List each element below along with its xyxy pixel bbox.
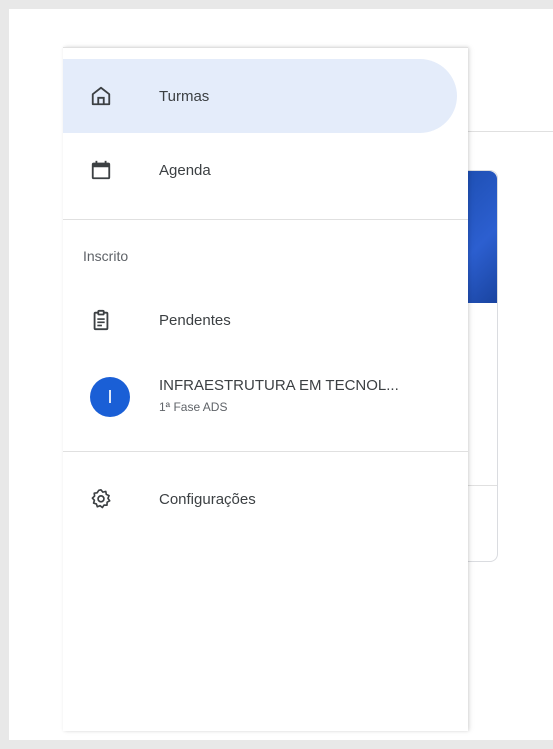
nav-item-label: Pendentes	[159, 311, 231, 329]
section-label-enrolled: Inscrito	[83, 248, 129, 264]
assignment-icon	[89, 308, 113, 332]
course-subtitle: 1ª Fase ADS	[159, 400, 228, 414]
nav-item-label: Turmas	[159, 87, 210, 105]
course-avatar: I	[90, 377, 130, 417]
drawer-divider	[63, 451, 468, 452]
gear-icon	[89, 487, 113, 511]
navigation-drawer: Turmas Agenda Inscrito Pendentes I INFRA…	[63, 47, 468, 731]
nav-item-pendentes[interactable]: Pendentes	[63, 283, 457, 357]
nav-item-label: Agenda	[159, 161, 211, 179]
home-icon	[89, 84, 113, 108]
nav-item-label: Configurações	[159, 490, 256, 508]
nav-item-settings[interactable]: Configurações	[63, 462, 457, 536]
course-title: INFRAESTRUTURA EM TECNOL...	[159, 377, 399, 394]
top-bar-divider	[467, 131, 553, 132]
drawer-divider	[63, 219, 468, 220]
nav-item-turmas[interactable]: Turmas	[63, 59, 457, 133]
nav-item-agenda[interactable]: Agenda	[63, 133, 457, 207]
nav-item-course[interactable]: I INFRAESTRUTURA EM TECNOL... 1ª Fase AD…	[63, 363, 457, 431]
calendar-icon	[89, 158, 113, 182]
